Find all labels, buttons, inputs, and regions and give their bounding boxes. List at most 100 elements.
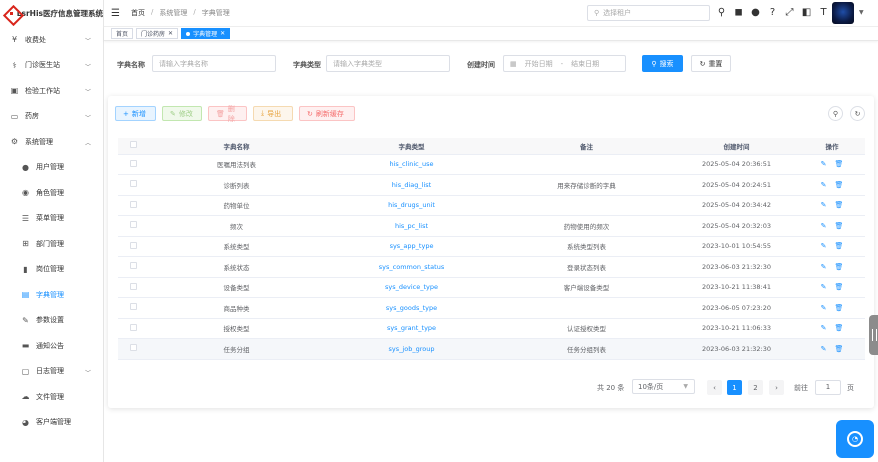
sidebar-item-6[interactable]: ◉ 角色管理 (0, 180, 103, 206)
table-row[interactable]: 任务分组 sys_job_group 任务分组列表 2023-06-03 21:32:… (118, 338, 865, 360)
sidebar-item-2[interactable]: ▣ 检验工作站 ﹀ (0, 78, 103, 104)
trash-icon[interactable]: 🗑 (834, 345, 843, 353)
prev-page-button[interactable]: ‹ (707, 380, 722, 395)
cell-dict-type-link[interactable]: his_drugs_unit (324, 195, 499, 216)
table-row[interactable]: 诊断列表 his_diag_list 用来存储诊断的字典 2025-05-04 20:… (118, 174, 865, 196)
page-2-button[interactable]: 2 (748, 380, 763, 395)
tag-pharmacy[interactable]: 门诊药房 ✕ (136, 28, 179, 39)
avatar[interactable] (832, 2, 854, 24)
select-all-checkbox[interactable] (118, 138, 149, 155)
trash-icon[interactable]: 🗑 (834, 222, 843, 230)
edit-icon[interactable]: ✎ (821, 324, 827, 332)
row-checkbox[interactable] (118, 256, 149, 278)
edit-icon[interactable]: ✎ (821, 263, 827, 271)
trash-icon[interactable]: 🗑 (834, 242, 843, 250)
dict-type-input[interactable]: 请输入字典类型 (326, 55, 450, 72)
table-row[interactable]: 药物单位 his_drugs_unit 2025-05-04 20:34:42 ✎ 🗑 (118, 195, 865, 216)
trash-icon[interactable]: 🗑 (834, 324, 843, 332)
table-row[interactable]: 授权类型 sys_grant_type 认证授权类型 2023-10-21 11:06… (118, 318, 865, 339)
edit-icon[interactable]: ✎ (821, 242, 827, 250)
page-size-select[interactable]: 10条/页 ▼ (632, 379, 695, 394)
edit-icon[interactable]: ✎ (821, 283, 827, 291)
table-row[interactable]: 系统状态 sys_common_status 登录状态列表 2023-06-03 21… (118, 256, 865, 278)
sidebar-item-12[interactable]: ▬ 通知公告 (0, 333, 103, 359)
cell-dict-type-link[interactable]: sys_grant_type (324, 318, 499, 339)
edit-icon[interactable]: ✎ (821, 181, 827, 189)
sidebar-item-9[interactable]: ▮ 岗位管理 (0, 257, 103, 283)
add-button[interactable]: + 新增 (115, 106, 156, 121)
sidebar-item-8[interactable]: ⊞ 部门管理 (0, 231, 103, 257)
delete-button[interactable]: 🗑 删除 (208, 105, 247, 123)
font-size-icon[interactable]: T (818, 6, 829, 19)
row-checkbox[interactable] (118, 174, 149, 196)
cell-dict-type-link[interactable]: sys_device_type (324, 277, 499, 298)
sidebar-item-7[interactable]: ☰ 菜单管理 (0, 206, 103, 232)
dict-name-input[interactable]: 请输入字典名称 (152, 55, 276, 72)
sidebar-item-3[interactable]: ▭ 药房 ﹀ (0, 104, 103, 130)
tag-dictionary[interactable]: 字典管理 ✕ (181, 28, 231, 39)
cell-dict-type-link[interactable]: his_clinic_use (324, 154, 499, 175)
next-page-button[interactable]: › (769, 380, 784, 395)
tag-home[interactable]: 首页 (111, 28, 134, 39)
github-icon[interactable]: ● (750, 6, 761, 19)
cell-dict-type-link[interactable]: sys_common_status (324, 256, 499, 278)
fullscreen-icon[interactable]: ⤢ (784, 6, 795, 19)
sidebar-item-4[interactable]: ⚙ 系统管理 ︿ (0, 129, 103, 155)
sidebar-item-15[interactable]: ◕ 客户端管理 (0, 410, 103, 436)
table-row[interactable]: 系统类型 sys_app_type 系统类型列表 2023-10-01 10:54:5… (118, 236, 865, 257)
cell-dict-type-link[interactable]: his_pc_list (324, 215, 499, 237)
search-icon[interactable]: ⚲ (716, 6, 727, 19)
chevron-down-icon[interactable]: ▼ (859, 9, 864, 16)
search-button[interactable]: ⚲ 搜索 (642, 55, 683, 72)
breadcrumb-home[interactable]: 首页 (131, 8, 145, 18)
hamburger-icon[interactable]: ☰ (111, 8, 121, 19)
trash-icon[interactable]: 🗑 (834, 201, 843, 209)
row-checkbox[interactable] (118, 318, 149, 339)
chat-icon[interactable]: ◼ (733, 6, 744, 19)
table-row[interactable]: 频次 his_pc_list 药物使用的频次 2025-05-04 20:32:03 ✎… (118, 215, 865, 237)
goto-page-input[interactable]: 1 (815, 380, 841, 395)
row-checkbox[interactable] (118, 215, 149, 237)
layout-icon[interactable]: ◧ (801, 6, 812, 19)
export-button[interactable]: ⤓ 导出 (253, 106, 293, 121)
row-checkbox[interactable] (118, 236, 149, 257)
close-icon[interactable]: ✕ (220, 30, 225, 37)
page-1-button[interactable]: 1 (727, 380, 742, 395)
refresh-table-button[interactable]: ↻ (850, 106, 865, 121)
sidebar-item-11[interactable]: ✎ 参数设置 (0, 308, 103, 334)
sidebar-item-1[interactable]: ⚕ 门诊医生站 ﹀ (0, 53, 103, 79)
cell-dict-type-link[interactable]: his_diag_list (324, 174, 499, 196)
table-row[interactable]: 设备类型 sys_device_type 客户端设备类型 2023-10-21 11:… (118, 277, 865, 298)
chat-float-button[interactable]: ◔ (836, 420, 874, 458)
sidebar-item-10[interactable]: ▤ 字典管理 (0, 282, 103, 308)
row-checkbox[interactable] (118, 297, 149, 319)
reset-button[interactable]: ↻ 重置 (691, 55, 731, 72)
trash-icon[interactable]: 🗑 (834, 181, 843, 189)
cell-dict-type-link[interactable]: sys_goods_type (324, 297, 499, 319)
date-range-picker[interactable]: ▦ 开始日期 - 结束日期 (503, 55, 626, 72)
trash-icon[interactable]: 🗑 (834, 283, 843, 291)
trash-icon[interactable]: 🗑 (834, 160, 843, 168)
close-icon[interactable]: ✕ (168, 30, 173, 37)
row-checkbox[interactable] (118, 277, 149, 298)
row-checkbox[interactable] (118, 338, 149, 360)
table-row[interactable]: 医嘱用法列表 his_clinic_use 2025-05-04 20:36:51 ✎… (118, 154, 865, 175)
edit-icon[interactable]: ✎ (821, 345, 827, 353)
edit-icon[interactable]: ✎ (821, 304, 827, 312)
trash-icon[interactable]: 🗑 (834, 304, 843, 312)
edit-icon[interactable]: ✎ (821, 201, 827, 209)
edit-icon[interactable]: ✎ (821, 160, 827, 168)
edit-icon[interactable]: ✎ (821, 222, 827, 230)
help-icon[interactable]: ? (767, 6, 778, 19)
edit-button[interactable]: ✎ 修改 (162, 106, 202, 121)
tenant-select[interactable]: ⚲ 选择租户 (587, 5, 710, 21)
row-checkbox[interactable] (118, 195, 149, 216)
sidebar-item-0[interactable]: ¥ 收费处 ﹀ (0, 27, 103, 53)
cell-dict-type-link[interactable]: sys_job_group (324, 338, 499, 360)
row-checkbox[interactable] (118, 154, 149, 175)
settings-drawer-handle[interactable] (869, 315, 878, 355)
toggle-search-button[interactable]: ⚲ (828, 106, 843, 121)
cell-dict-type-link[interactable]: sys_app_type (324, 236, 499, 257)
trash-icon[interactable]: 🗑 (834, 263, 843, 271)
sidebar-item-13[interactable]: ▢ 日志管理 ﹀ (0, 359, 103, 385)
